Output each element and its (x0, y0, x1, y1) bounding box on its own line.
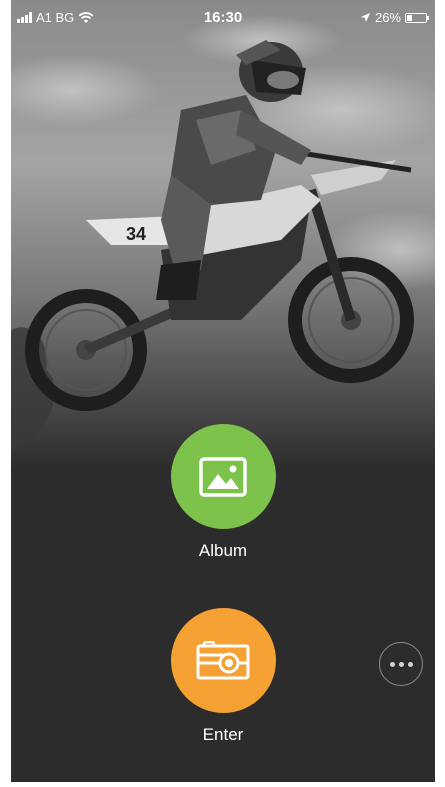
enter-label: Enter (202, 725, 244, 744)
battery-icon (405, 12, 429, 23)
image-icon (199, 456, 247, 497)
more-dots-icon (389, 661, 395, 667)
enter-button[interactable]: Enter (11, 608, 435, 745)
battery-percent: 26% (374, 10, 401, 25)
hero-image: 34 (11, 0, 435, 470)
status-right: 26% (360, 10, 429, 25)
app-screen: 34 A1 BG 16:30 26% Album Enter (11, 0, 435, 782)
album-circle[interactable] (170, 424, 276, 529)
svg-text:34: 34 (126, 224, 146, 244)
more-button[interactable] (379, 642, 423, 686)
status-bar: A1 BG 16:30 26% (11, 0, 435, 34)
album-label: Album (198, 541, 248, 560)
album-button[interactable]: Album (11, 424, 435, 561)
camera-icon (196, 640, 250, 679)
enter-circle[interactable] (170, 608, 276, 713)
location-arrow-icon (360, 13, 370, 22)
battery-level (407, 14, 412, 21)
